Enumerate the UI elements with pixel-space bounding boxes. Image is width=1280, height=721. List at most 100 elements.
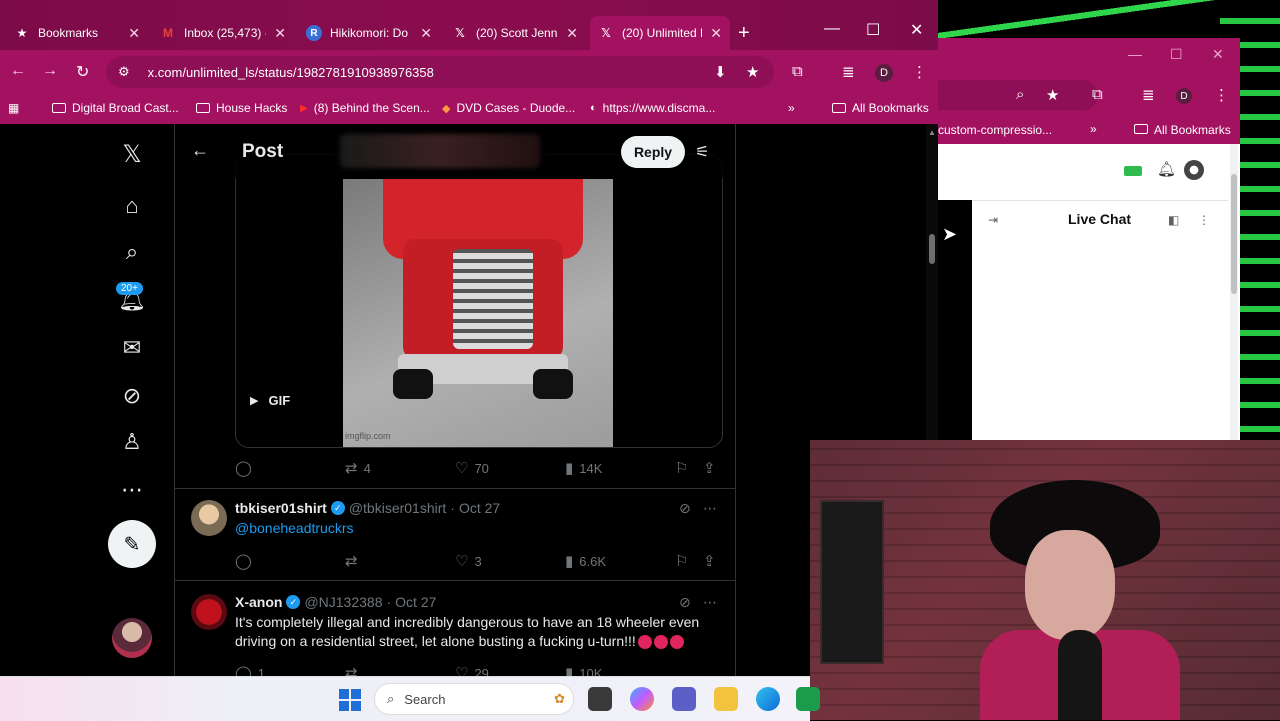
apps-grid-icon[interactable]: ▦ <box>8 101 19 115</box>
new-tab-icon[interactable]: + <box>738 22 750 45</box>
reply-date[interactable]: Oct 27 <box>395 594 436 610</box>
reload-icon[interactable]: ↻ <box>76 62 89 82</box>
tab-bookmarks[interactable]: ★ Bookmarks ✕ <box>6 16 148 50</box>
more-options-icon[interactable]: ⋯ <box>703 594 717 611</box>
bookmark-label[interactable]: custom-compressio... <box>938 123 1052 137</box>
bookmark-item[interactable]: House Hacks <box>196 101 287 115</box>
tab-scott[interactable]: 𝕏 (20) Scott Jenni ✕ <box>444 16 586 50</box>
channel-avatar[interactable] <box>1184 160 1204 180</box>
window-close-icon[interactable]: ✕ <box>910 20 923 40</box>
task-view-icon[interactable] <box>588 687 612 711</box>
bookmark-star-icon[interactable]: ★ <box>1046 86 1059 104</box>
bookmark-item[interactable]: Digital Broad Cast... <box>52 101 179 115</box>
reply-action[interactable]: ◯ <box>235 552 258 570</box>
scrollbar-thumb[interactable] <box>1231 174 1237 294</box>
menu-kebab-icon[interactable]: ⋮ <box>1214 86 1229 104</box>
bookmark-action[interactable]: ⚐ <box>675 552 688 570</box>
copilot-icon[interactable] <box>630 687 654 711</box>
compose-post-button[interactable]: ✎ <box>108 520 156 568</box>
views-action[interactable]: ▮ 10K <box>565 664 602 676</box>
chevron-double-right-icon[interactable]: » <box>788 101 795 115</box>
close-icon[interactable]: ✕ <box>566 25 578 42</box>
collapse-chat-icon[interactable]: ⇥ <box>988 213 998 227</box>
taskbar-app-icon[interactable] <box>796 687 820 711</box>
all-bookmarks-label[interactable]: All Bookmarks <box>1154 123 1231 137</box>
reply-author-name[interactable]: tbkiser01shirt <box>235 500 327 516</box>
second-scrollbar[interactable] <box>1230 144 1238 440</box>
close-icon[interactable]: ✕ <box>128 25 140 42</box>
share-action[interactable]: ⇪ <box>703 459 716 477</box>
repost-action[interactable]: ⇄ <box>345 552 364 570</box>
reply-text[interactable]: @boneheadtruckrs <box>235 520 354 536</box>
edge-icon[interactable] <box>756 687 780 711</box>
scrollbar-thumb[interactable] <box>929 234 935 264</box>
tab-search-icon[interactable]: ⧉ <box>792 63 803 80</box>
gif-media[interactable]: imgflip.com ▶ GIF <box>235 154 723 448</box>
tab-hikikomori[interactable]: R Hikikomori: Do ✕ <box>298 16 440 50</box>
profile-icon[interactable]: ♙ <box>120 429 144 454</box>
x-logo-icon[interactable]: 𝕏 <box>120 141 144 168</box>
like-action[interactable]: ♡ 3 <box>455 552 482 570</box>
maximize-icon[interactable]: ☐ <box>866 20 880 40</box>
back-arrow-icon[interactable]: ← <box>10 62 26 80</box>
scroll-up-icon[interactable]: ▲ <box>928 128 936 137</box>
like-action[interactable]: ♡ 70 <box>455 459 489 477</box>
bell-icon[interactable]: 🔔︎ <box>1157 160 1176 178</box>
zoom-icon[interactable]: ⌕ <box>1016 86 1024 103</box>
views-action[interactable]: ▮ 6.6K <box>565 552 606 570</box>
like-action[interactable]: ♡ 29 <box>455 664 489 676</box>
more-icon[interactable]: ⋯ <box>120 477 144 502</box>
install-app-icon[interactable]: ⬇ <box>714 63 727 81</box>
profile-avatar[interactable]: D <box>875 64 893 82</box>
home-icon[interactable]: ⌂ <box>120 193 144 218</box>
chat-mode-icon[interactable]: ◧ <box>1168 213 1179 227</box>
taskbar-search[interactable]: ⌕ Search ✿ <box>374 683 574 715</box>
bookmark-item[interactable]: ▶ (8) Behind the Scen... <box>300 101 430 115</box>
repost-action[interactable]: ⇄ 4 <box>345 459 371 477</box>
bookmark-star-icon[interactable]: ★ <box>746 63 759 81</box>
windows-start-icon[interactable] <box>339 689 361 711</box>
create-video-icon[interactable] <box>1124 166 1142 176</box>
reply-action[interactable]: ◯ <box>235 459 258 477</box>
views-action[interactable]: ▮ 14K <box>565 459 602 477</box>
reply-avatar[interactable] <box>191 594 227 630</box>
more-options-icon[interactable]: ⋯ <box>703 500 717 517</box>
bookmark-action[interactable]: ⚐ <box>675 459 688 477</box>
reply-date[interactable]: Oct 27 <box>459 500 500 516</box>
menu-kebab-icon[interactable]: ⋮ <box>912 63 927 81</box>
media-control-icon[interactable]: ≣ <box>1142 86 1155 104</box>
tab-search-icon[interactable]: ⧉ <box>1092 86 1103 103</box>
tab-inbox[interactable]: M Inbox (25,473) - ✕ <box>152 16 294 50</box>
reply-handle[interactable]: @tbkiser01shirt <box>349 500 446 516</box>
chevron-double-right-icon[interactable]: » <box>1090 122 1097 136</box>
site-info-icon[interactable]: ⚙ <box>118 64 130 80</box>
repost-action[interactable]: ⇄ <box>345 664 364 676</box>
media-control-icon[interactable]: ≣ <box>842 63 855 81</box>
search-icon[interactable]: ⌕ <box>120 239 144 264</box>
reply-handle[interactable]: @NJ132388 <box>304 594 382 610</box>
forward-arrow-icon[interactable]: → <box>42 62 58 80</box>
close-icon[interactable]: ✕ <box>710 25 722 42</box>
reply-text-line-2[interactable]: driving on a residential street, let alo… <box>235 633 684 650</box>
file-explorer-icon[interactable] <box>714 687 738 711</box>
close-icon[interactable]: ✕ <box>420 25 432 42</box>
profile-avatar[interactable]: D <box>1176 88 1192 104</box>
messages-icon[interactable]: ✉ <box>120 335 144 360</box>
grok-icon[interactable]: ⊘ <box>679 500 691 517</box>
sliders-icon[interactable]: ⚟ <box>695 142 709 162</box>
reply-author-name[interactable]: X-anon <box>235 594 282 610</box>
reply-button[interactable]: Reply <box>621 136 685 168</box>
share-action[interactable]: ⇪ <box>703 552 716 570</box>
minimize-icon[interactable]: — <box>1128 46 1142 62</box>
bookmark-item[interactable]: ◆ DVD Cases - Duode... <box>442 101 575 115</box>
bookmark-item[interactable]: ◐ https://www.discma... <box>590 101 715 115</box>
maximize-icon[interactable]: ☐ <box>1170 46 1183 63</box>
close-icon[interactable]: ✕ <box>274 25 286 42</box>
reply-text-line[interactable]: It's completely illegal and incredibly d… <box>235 614 699 630</box>
grok-icon[interactable]: ⊘ <box>120 383 144 408</box>
reply-avatar[interactable] <box>191 500 227 536</box>
address-bar[interactable]: ⚙ x.com/unlimited_ls/status/198278191093… <box>106 56 774 88</box>
teams-icon[interactable] <box>672 687 696 711</box>
window-close-icon[interactable]: ✕ <box>1212 46 1224 63</box>
gif-play-control[interactable]: ▶ GIF <box>250 393 290 408</box>
